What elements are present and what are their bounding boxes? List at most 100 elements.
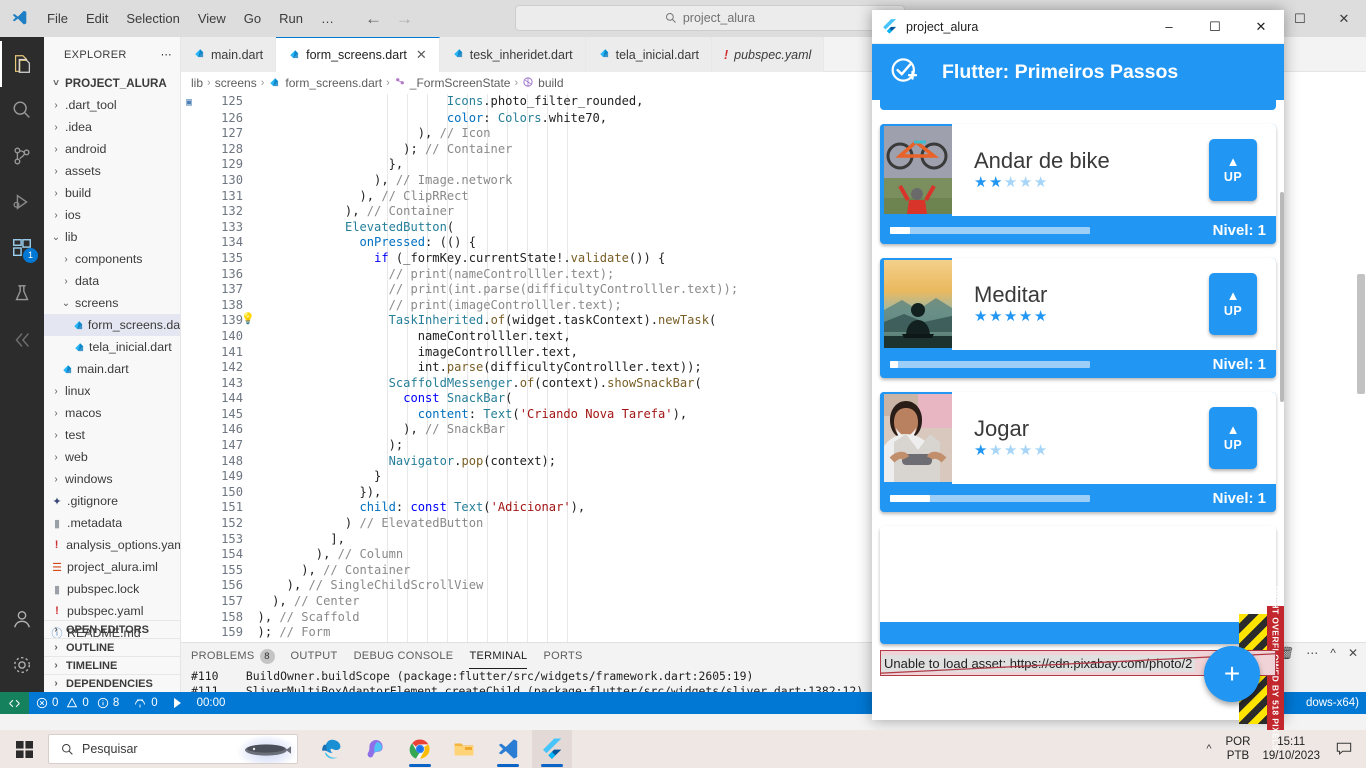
taskbar-app-file-explorer[interactable] [444, 730, 484, 768]
menu-edit[interactable]: Edit [77, 6, 117, 32]
vscode-menubar[interactable]: File Edit Selection View Go Run … [38, 0, 343, 37]
menu-more[interactable]: … [312, 6, 343, 32]
tree-item-main-dart[interactable]: main.dart [44, 358, 180, 380]
taskbar-search-input[interactable]: Pesquisar [48, 734, 298, 764]
task-card[interactable]: Andar de bike ★★★★★ ▲ UP Nivel: 1 [880, 124, 1276, 244]
start-button[interactable] [0, 730, 48, 768]
tree-item-build[interactable]: › build [44, 182, 180, 204]
close-icon[interactable]: ✕ [416, 47, 427, 63]
flutter-maximize-button[interactable]: ☐ [1192, 10, 1238, 44]
taskbar-app-google-chrome[interactable] [400, 730, 440, 768]
taskbar-language-indicator[interactable]: POR PTB [1226, 735, 1251, 763]
task-level-up-button[interactable]: ▲ UP [1209, 407, 1257, 469]
activity-item-testing[interactable] [0, 271, 44, 317]
tree-item--idea[interactable]: › .idea [44, 116, 180, 138]
arrow-left-icon[interactable]: ← [365, 10, 382, 27]
flutter-task-list[interactable]: Andar de bike ★★★★★ ▲ UP Nivel: 1 Meditar ★★★★… [872, 100, 1284, 720]
task-card[interactable]: Meditar ★★★★★ ▲ UP Nivel: 1 [880, 258, 1276, 378]
editor-tab-pubspec-yaml[interactable]: ! pubspec.yaml [711, 37, 825, 72]
tree-item-lib[interactable]: ⌄ lib [44, 226, 180, 248]
tree-item-analysis-options-yaml[interactable]: ! analysis_options.yaml [44, 534, 180, 556]
breadcrumb-item[interactable]: build [538, 76, 563, 90]
explorer-more-icon[interactable]: ⋯ [161, 48, 172, 61]
sidebar-section-open-editors[interactable]: › OPEN EDITORS [44, 620, 180, 638]
quick-search-input[interactable]: project_alura [515, 5, 905, 31]
task-card[interactable]: Jogar ★★★★★ ▲ UP Nivel: 1 [880, 392, 1276, 512]
activity-item-run-and-debug[interactable] [0, 179, 44, 225]
tree-item-components[interactable]: › components [44, 248, 180, 270]
editor-tab-tesk-inheridet-dart[interactable]: tesk_inheridet.dart [439, 37, 586, 72]
flutter-list-scrollbar[interactable] [1280, 192, 1284, 402]
tree-item-linux[interactable]: › linux [44, 380, 180, 402]
breadcrumb-item[interactable]: _FormScreenState [410, 76, 511, 90]
tree-item-pubspec-yaml[interactable]: ! pubspec.yaml [44, 600, 180, 622]
chevron-up-icon[interactable]: ^ [1200, 743, 1217, 755]
menu-selection[interactable]: Selection [117, 6, 188, 32]
tree-item--metadata[interactable]: ▮ .metadata [44, 512, 180, 534]
tree-item-windows[interactable]: › windows [44, 468, 180, 490]
maximize-panel-icon[interactable]: ^ [1330, 646, 1336, 660]
panel-tab-ports[interactable]: PORTS [543, 643, 582, 669]
panel-tab-debug-console[interactable]: DEBUG CONSOLE [354, 643, 454, 669]
breadcrumb-item[interactable]: screens [215, 76, 257, 90]
tree-item-macos[interactable]: › macos [44, 402, 180, 424]
tree-root-project-alura[interactable]: ˅ PROJECT_ALURA [44, 72, 180, 94]
menu-file[interactable]: File [38, 6, 77, 32]
tree-item-ios[interactable]: › ios [44, 204, 180, 226]
flutter-close-button[interactable]: ✕ [1238, 10, 1284, 44]
status-problems[interactable]: 0 0 8 [29, 692, 126, 714]
tree-item-screens[interactable]: ⌄ screens [44, 292, 180, 314]
editor-scrollbar[interactable] [1356, 94, 1366, 642]
taskbar-app-microsoft-edge[interactable] [312, 730, 352, 768]
tree-item-web[interactable]: › web [44, 446, 180, 468]
tree-item-tela-inicial-dart[interactable]: tela_inicial.dart [44, 336, 180, 358]
activity-item-settings[interactable] [0, 642, 44, 688]
task-level-up-button[interactable]: ▲ UP [1209, 273, 1257, 335]
tree-item--gitignore[interactable]: ✦ .gitignore [44, 490, 180, 512]
taskbar-app-visual-studio-code[interactable] [488, 730, 528, 768]
tree-item-android[interactable]: › android [44, 138, 180, 160]
sidebar-section-outline[interactable]: › OUTLINE [44, 638, 180, 656]
tree-item--dart-tool[interactable]: › .dart_tool [44, 94, 180, 116]
breadcrumb-item[interactable]: form_screens.dart [285, 76, 382, 90]
editor-tab-main-dart[interactable]: main.dart [181, 37, 277, 72]
sidebar-section-dependencies[interactable]: › DEPENDENCIES [44, 674, 180, 692]
menu-view[interactable]: View [189, 6, 235, 32]
tree-item-project-alura-iml[interactable]: ☰ project_alura.iml [44, 556, 180, 578]
task-level-up-button[interactable]: ▲ UP [1209, 139, 1257, 201]
panel-tab-terminal[interactable]: TERMINAL [469, 643, 528, 669]
activity-item-source-control[interactable] [0, 133, 44, 179]
vscode-maximize-button[interactable]: ☐ [1278, 0, 1322, 37]
vscode-close-button[interactable]: ✕ [1322, 0, 1366, 37]
more-icon[interactable]: ⋯ [1306, 646, 1318, 660]
panel-tab-problems[interactable]: PROBLEMS 8 [191, 643, 275, 669]
arrow-right-icon[interactable]: → [396, 10, 413, 27]
close-panel-icon[interactable]: ✕ [1348, 646, 1358, 660]
activity-item-explorer[interactable] [0, 41, 44, 87]
lightbulb-quickfix-icon[interactable]: 💡 [241, 314, 255, 325]
menu-go[interactable]: Go [235, 6, 270, 32]
activity-item-accounts[interactable] [0, 596, 44, 642]
tree-item-form-screens-dart[interactable]: form_screens.dart [44, 314, 180, 336]
status-ports[interactable]: 0 [126, 692, 164, 714]
tree-item-data[interactable]: › data [44, 270, 180, 292]
flutter-minimize-button[interactable]: – [1146, 10, 1192, 44]
activity-item-search[interactable] [0, 87, 44, 133]
task-card-partial-bottom[interactable] [880, 526, 1276, 644]
notification-icon[interactable] [1332, 741, 1356, 757]
taskbar-app-flutter[interactable] [532, 730, 572, 768]
taskbar-clock[interactable]: 15:11 19/10/2023 [1258, 735, 1324, 763]
sidebar-section-timeline[interactable]: › TIMELINE [44, 656, 180, 674]
add-task-fab[interactable]: + [1204, 646, 1260, 702]
taskbar-app-microsoft-copilot[interactable] [356, 730, 396, 768]
activity-item-extensions[interactable]: 1 [0, 225, 44, 271]
breadcrumb-item[interactable]: lib [191, 76, 203, 90]
activity-item-flutter-outline[interactable] [0, 317, 44, 363]
menu-run[interactable]: Run [270, 6, 312, 32]
tree-item-assets[interactable]: › assets [44, 160, 180, 182]
status-run-button[interactable] [165, 692, 190, 714]
status-remote-indicator[interactable] [0, 692, 29, 714]
editor-tab-tela-inicial-dart[interactable]: tela_inicial.dart [585, 37, 712, 72]
panel-tab-output[interactable]: OUTPUT [291, 643, 338, 669]
tree-item-pubspec-lock[interactable]: ▮ pubspec.lock [44, 578, 180, 600]
